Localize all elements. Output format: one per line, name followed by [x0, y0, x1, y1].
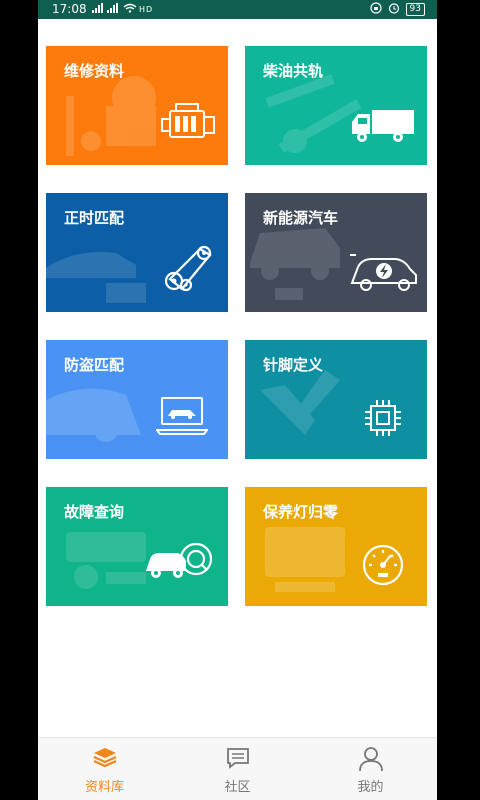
tile-timing-match[interactable]: 正时匹配	[46, 193, 228, 312]
car-diagnostic-icon	[146, 542, 213, 578]
tile-label: 防盗匹配	[64, 356, 125, 374]
tile-diesel-common-rail[interactable]: 柴油共轨	[245, 46, 427, 165]
bottom-tab-bar: 资料库 社区 我的	[38, 737, 437, 800]
tile-repair-data[interactable]: 维修资料	[46, 46, 228, 165]
electric-car-icon	[350, 254, 417, 291]
tile-pin-definition[interactable]: 针脚定义	[245, 340, 427, 459]
status-bar: 17:08 HD 93	[38, 0, 437, 19]
lock-rotation-icon	[369, 2, 382, 17]
person-icon	[358, 746, 384, 776]
tile-label: 维修资料	[64, 62, 125, 80]
tile-new-energy-vehicle[interactable]: 新能源汽车	[245, 193, 427, 312]
truck-icon	[352, 110, 414, 142]
speedometer-icon	[362, 544, 404, 586]
tab-community[interactable]: 社区	[171, 738, 304, 800]
tile-label: 故障查询	[64, 503, 125, 521]
battery-indicator: 93	[405, 3, 425, 16]
timing-belt-icon	[164, 245, 212, 292]
engine-icon	[161, 103, 215, 138]
status-time: 17:08	[52, 2, 87, 16]
tile-service-light-reset[interactable]: 保养灯归零	[245, 487, 427, 606]
tile-anti-theft-match[interactable]: 防盗匹配	[46, 340, 228, 459]
hd-label: HD	[139, 5, 153, 14]
signal-icon: HD	[92, 2, 154, 17]
tile-label: 正时匹配	[64, 209, 125, 227]
tile-label: 针脚定义	[263, 356, 324, 374]
tile-label: 柴油共轨	[263, 62, 324, 80]
tab-label: 资料库	[84, 780, 124, 795]
laptop-icon	[156, 397, 208, 435]
tile-label: 新能源汽车	[263, 209, 339, 227]
tile-label: 保养灯归零	[263, 503, 339, 521]
layers-icon	[92, 746, 118, 774]
tab-label: 我的	[357, 780, 384, 795]
tile-fault-query[interactable]: 故障查询	[46, 487, 228, 606]
app-screen: 17:08 HD 93 维修资料 柴油共轨 正时匹配 新能源汽车 防盗匹配 针脚…	[38, 0, 437, 800]
tab-profile[interactable]: 我的	[304, 738, 437, 800]
tab-label: 社区	[224, 780, 251, 795]
alarm-icon	[388, 2, 400, 17]
chip-icon	[365, 400, 401, 436]
tab-library[interactable]: 资料库	[38, 738, 171, 800]
chat-icon	[225, 746, 251, 774]
